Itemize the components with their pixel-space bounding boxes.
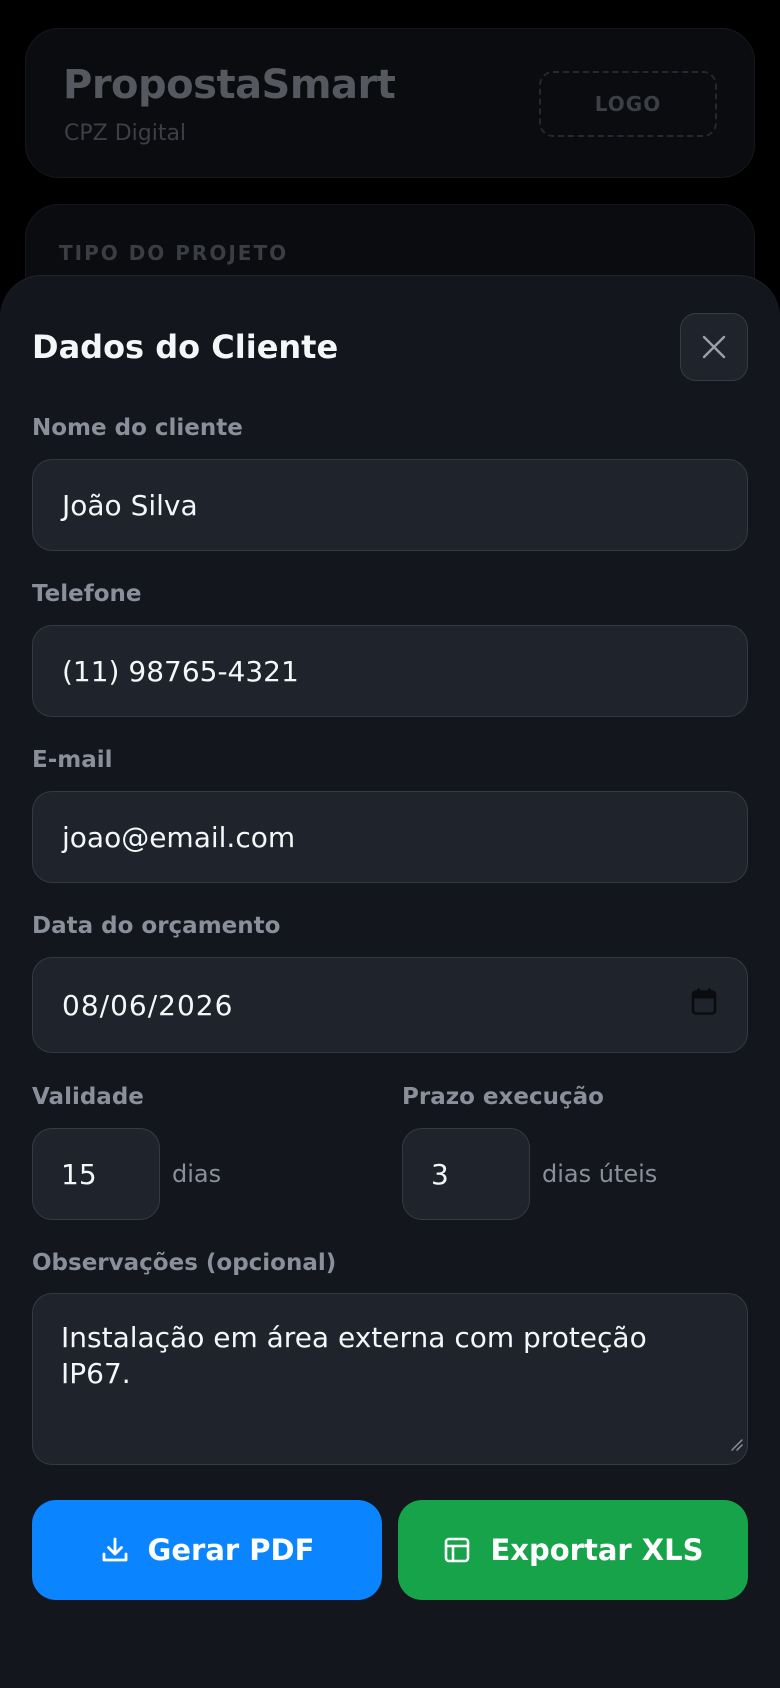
date-input[interactable]: 08/06/2026: [32, 957, 748, 1053]
notes-label: Observações (opcional): [32, 1250, 337, 1276]
email-value: joao@email.com: [62, 820, 296, 854]
project-type-label: TIPO DO PROJETO: [59, 241, 289, 265]
generate-pdf-label: Gerar PDF: [147, 1533, 315, 1567]
validity-suffix: dias: [172, 1160, 222, 1188]
client-data-sheet: Dados do Cliente Nome do cliente João Si…: [0, 275, 780, 1688]
app-screen: PropostaSmart CPZ Digital LOGO TIPO DO P…: [0, 0, 780, 1688]
deadline-suffix: dias úteis: [542, 1160, 658, 1188]
brand-subtitle: CPZ Digital: [64, 121, 187, 146]
brand-card: PropostaSmart CPZ Digital LOGO: [25, 28, 755, 178]
deadline-input[interactable]: 3: [402, 1128, 530, 1220]
phone-value: (11) 98765-4321: [62, 654, 299, 688]
close-button[interactable]: [680, 313, 748, 381]
calendar-icon[interactable]: [691, 988, 717, 1023]
date-label: Data do orçamento: [32, 913, 281, 939]
email-label: E-mail: [32, 747, 113, 773]
spreadsheet-icon: [445, 1537, 470, 1563]
validity-label: Validade: [32, 1084, 144, 1110]
client-name-label: Nome do cliente: [32, 415, 243, 441]
generate-pdf-button[interactable]: Gerar PDF: [32, 1500, 382, 1600]
validity-input[interactable]: 15: [32, 1128, 160, 1220]
export-xls-label: Exportar XLS: [490, 1533, 704, 1567]
export-xls-button[interactable]: Exportar XLS: [398, 1500, 748, 1600]
email-input[interactable]: joao@email.com: [32, 791, 748, 883]
logo-placeholder: LOGO: [539, 71, 717, 137]
resize-grip-icon[interactable]: [729, 1424, 743, 1460]
notes-value: Instalação em área externa com proteção …: [61, 1321, 647, 1391]
download-icon: [102, 1537, 127, 1562]
sheet-title: Dados do Cliente: [32, 328, 339, 366]
deadline-label: Prazo execução: [402, 1084, 604, 1110]
validity-value: 15: [61, 1157, 97, 1191]
close-icon: [702, 335, 726, 359]
deadline-value: 3: [431, 1157, 449, 1191]
phone-input[interactable]: (11) 98765-4321: [32, 625, 748, 717]
client-name-input[interactable]: João Silva: [32, 459, 748, 551]
phone-label: Telefone: [32, 581, 142, 607]
client-name-value: João Silva: [62, 488, 198, 522]
notes-textarea[interactable]: Instalação em área externa com proteção …: [32, 1293, 748, 1465]
brand-title: PropostaSmart: [63, 62, 396, 108]
date-value: 08/06/2026: [62, 988, 234, 1022]
